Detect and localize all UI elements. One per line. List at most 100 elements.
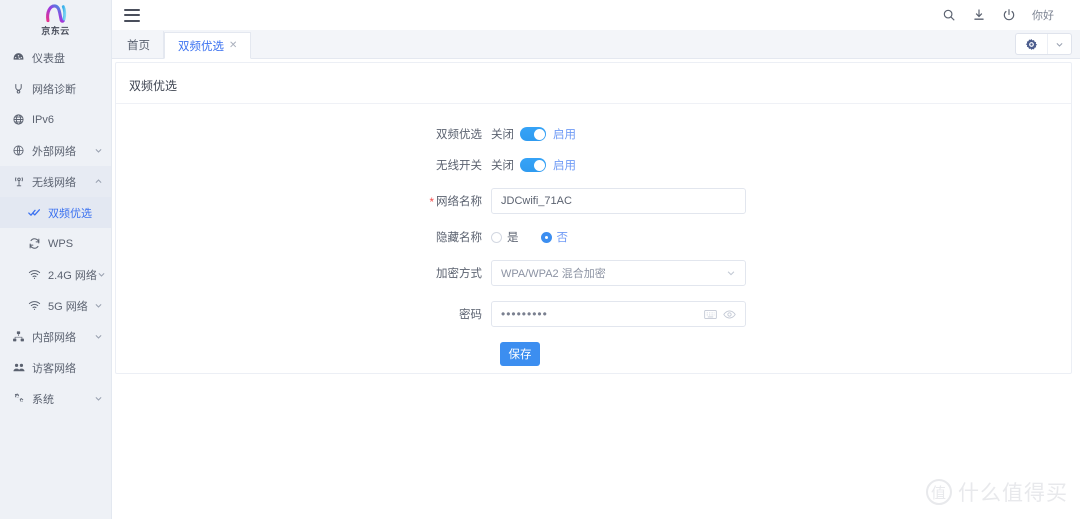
encryption-value: WPA/WPA2 混合加密	[501, 268, 606, 280]
cogs-icon	[11, 391, 26, 406]
wireless-icon	[11, 174, 26, 189]
check-double-icon	[27, 205, 42, 220]
band-steering-on-label: 启用	[553, 129, 576, 141]
network-diagnose-icon	[11, 81, 26, 96]
band-steering-form: 双频优选 关闭 启用 无线开关 关闭 启用 * 网络名称 JDCwifi_71A…	[116, 104, 1071, 366]
sidebar-item-label: 双频优选	[48, 207, 92, 220]
band-steering-off-label: 关闭	[491, 129, 514, 141]
dashboard-icon	[11, 50, 26, 65]
tab-home[interactable]: 首页	[114, 31, 164, 58]
brand-name: 京东云	[41, 26, 70, 36]
form-row-hide-ssid: 隐藏名称 是 否	[116, 229, 1071, 245]
form-row-ssid: * 网络名称 JDCwifi_71AC	[116, 188, 1071, 214]
sidebar-item-network-diagnose[interactable]: 网络诊断	[0, 73, 111, 104]
form-row-password: 密码 •••••••••	[116, 301, 1071, 327]
sidebar-nav: 仪表盘 网络诊断 IPv6 外部网络 无线网络 双频优选 WPS 2.4G 网络…	[0, 42, 111, 414]
gear-icon[interactable]	[1016, 34, 1047, 54]
tab-label: 双频优选	[178, 40, 224, 53]
download-icon[interactable]	[972, 8, 986, 22]
chevron-up-icon	[94, 177, 103, 186]
tab-strip: 首页 双频优选 ✕	[112, 30, 1080, 59]
chevron-down-icon	[94, 301, 103, 310]
main-area: 你好 首页 双频优选 ✕ 双频优选 双频优选 关闭 启用 无线开关 关闭 启用 …	[112, 0, 1080, 519]
radio-dot-icon	[491, 231, 502, 243]
sidebar-item-label: 访客网络	[32, 362, 76, 375]
external-network-icon	[11, 143, 26, 158]
password-input[interactable]: •••••••••	[491, 301, 746, 327]
globe-icon	[11, 112, 26, 127]
encryption-select[interactable]: WPA/WPA2 混合加密	[491, 260, 746, 286]
chevron-down-icon	[94, 146, 103, 155]
sidebar-item-label: 无线网络	[32, 176, 76, 189]
ssid-value: JDCwifi_71AC	[501, 195, 572, 207]
sidebar-item-label: 内部网络	[32, 331, 76, 344]
sidebar: 京东云 仪表盘 网络诊断 IPv6 外部网络 无线网络 双频优选 WPS 2.4…	[0, 0, 112, 519]
wireless-switch-on-label: 启用	[553, 160, 576, 172]
sidebar-item-label: 外部网络	[32, 145, 76, 158]
eye-icon[interactable]	[723, 309, 736, 320]
topbar-actions: 你好	[942, 7, 1068, 23]
sidebar-item-dashboard[interactable]: 仪表盘	[0, 42, 111, 73]
sidebar-item-label: 5G 网络	[48, 300, 88, 313]
radio-label: 是	[507, 232, 519, 244]
required-mark: *	[429, 197, 434, 209]
topbar: 你好	[112, 0, 1080, 30]
sidebar-item-band-steering[interactable]: 双频优选	[0, 197, 111, 228]
hide-ssid-radio-yes[interactable]: 是	[491, 229, 519, 245]
tab-band-steering[interactable]: 双频优选 ✕	[164, 32, 252, 59]
wireless-switch-toggle[interactable]	[520, 158, 546, 172]
app-root: 京东云 仪表盘 网络诊断 IPv6 外部网络 无线网络 双频优选 WPS 2.4…	[0, 0, 1080, 519]
password-value: •••••••••	[501, 307, 548, 321]
form-row-band-steering: 双频优选 关闭 启用	[116, 126, 1071, 142]
brand-logo[interactable]: 京东云	[0, 0, 111, 38]
sidebar-item-label: 仪表盘	[32, 52, 65, 65]
band-steering-panel: 双频优选 双频优选 关闭 启用 无线开关 关闭 启用 * 网络名称 JDCwif…	[115, 62, 1072, 374]
wifi-icon	[27, 267, 42, 282]
sidebar-item-internal-network[interactable]: 内部网络	[0, 321, 111, 352]
chevron-down-icon	[94, 394, 103, 403]
hide-ssid-label: 隐藏名称	[436, 232, 482, 244]
sidebar-item-system[interactable]: 系统	[0, 383, 111, 414]
sitemap-icon	[11, 329, 26, 344]
sidebar-item-external-network[interactable]: 外部网络	[0, 135, 111, 166]
password-label: 密码	[459, 309, 482, 321]
jd-cloud-n-logo-icon	[41, 3, 71, 25]
chevron-down-icon	[94, 332, 103, 341]
radio-dot-icon	[540, 231, 552, 243]
chevron-down-icon	[97, 270, 106, 279]
chevron-down-icon	[726, 268, 736, 278]
sidebar-item-label: IPv6	[32, 113, 55, 126]
band-steering-toggle[interactable]	[520, 127, 546, 141]
sidebar-item-label: WPS	[48, 237, 74, 250]
search-icon[interactable]	[942, 8, 956, 22]
sidebar-item-guest-network[interactable]: 访客网络	[0, 352, 111, 383]
power-icon[interactable]	[1002, 8, 1016, 22]
radio-label: 否	[556, 232, 569, 244]
chevron-down-icon[interactable]	[1048, 34, 1071, 54]
sidebar-item-wireless-network[interactable]: 无线网络	[0, 166, 111, 197]
greeting-label: 你好	[1032, 10, 1054, 22]
band-steering-label: 双频优选	[436, 129, 482, 141]
sidebar-item-5g-network[interactable]: 5G 网络	[0, 290, 111, 321]
page-title: 双频优选	[129, 79, 178, 93]
sidebar-item-label: 系统	[32, 393, 54, 406]
hamburger-menu-icon[interactable]	[124, 8, 140, 22]
users-icon	[11, 360, 26, 375]
wifi-icon	[27, 298, 42, 313]
save-button[interactable]: 保存	[500, 342, 540, 366]
sidebar-item-24g-network[interactable]: 2.4G 网络	[0, 259, 111, 290]
form-row-encryption: 加密方式 WPA/WPA2 混合加密	[116, 260, 1071, 286]
form-row-wireless-switch: 无线开关 关闭 启用	[116, 157, 1071, 173]
close-icon[interactable]: ✕	[229, 40, 237, 51]
ssid-input[interactable]: JDCwifi_71AC	[491, 188, 746, 214]
tab-actions	[1015, 33, 1072, 55]
sidebar-item-wps[interactable]: WPS	[0, 228, 111, 259]
tab-label: 首页	[127, 39, 150, 52]
sidebar-item-label: 网络诊断	[32, 83, 76, 96]
refresh-icon	[27, 236, 42, 251]
sidebar-item-ipv6[interactable]: IPv6	[0, 104, 111, 135]
wireless-switch-off-label: 关闭	[491, 160, 514, 172]
keyboard-icon[interactable]	[704, 309, 717, 320]
hide-ssid-radio-no[interactable]: 否	[540, 229, 569, 245]
content-area: 双频优选 双频优选 关闭 启用 无线开关 关闭 启用 * 网络名称 JDCwif…	[112, 59, 1080, 519]
